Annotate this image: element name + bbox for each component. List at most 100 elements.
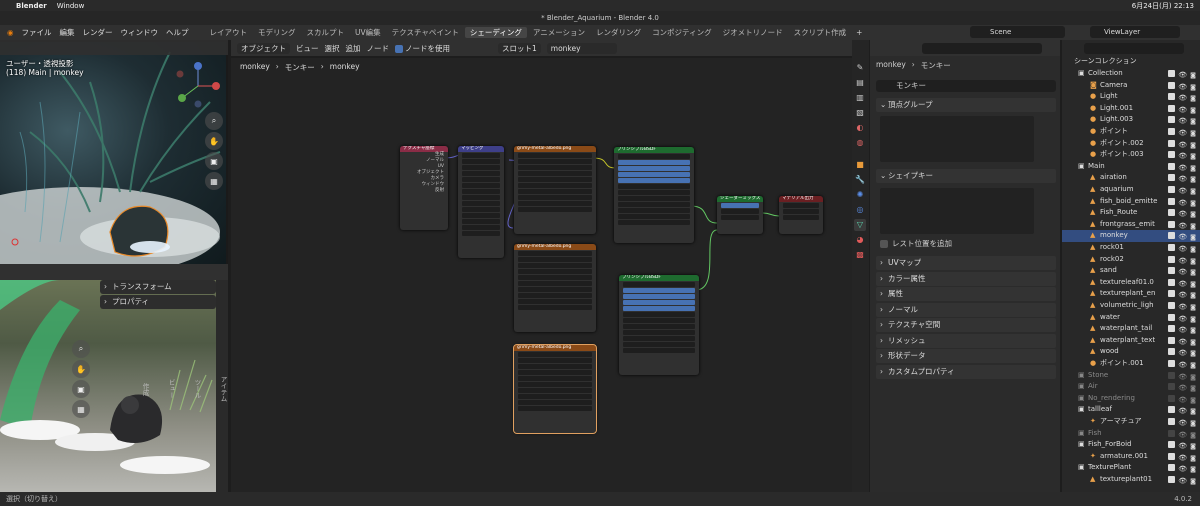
outliner-row[interactable]: ▲ volumetric_ligh 👁 ◙ bbox=[1062, 300, 1200, 312]
hand-icon-2[interactable]: ✋ bbox=[72, 360, 90, 378]
viewport-top-header[interactable] bbox=[0, 40, 228, 55]
checkbox-icon[interactable] bbox=[1168, 128, 1176, 135]
outliner-row[interactable]: ▣ Collection 👁 ◙ bbox=[1062, 68, 1200, 80]
outliner-row[interactable]: ▲ textureplant_en 👁 ◙ bbox=[1062, 288, 1200, 300]
menu-item[interactable]: ファイル bbox=[18, 27, 56, 38]
mesh-name-field[interactable]: モンキー bbox=[876, 80, 1056, 92]
tool-tab-icon[interactable]: ✎ bbox=[854, 62, 866, 74]
section-item[interactable]: カラー属性 bbox=[876, 271, 1056, 286]
menu-view[interactable]: ビュー bbox=[296, 43, 319, 54]
workspace-tab[interactable]: スクリプト作成 bbox=[789, 27, 852, 38]
section-item[interactable]: カスタムプロパティ bbox=[876, 364, 1056, 379]
checkbox-icon[interactable] bbox=[1168, 116, 1176, 124]
outliner-row[interactable]: ▲ aquarium 👁 ◙ bbox=[1062, 184, 1200, 196]
checkbox-icon[interactable] bbox=[1168, 244, 1176, 251]
checkbox-icon[interactable] bbox=[1168, 186, 1176, 193]
workspace-tab[interactable]: コンポジティング bbox=[647, 27, 717, 38]
properties-search[interactable] bbox=[922, 43, 1042, 54]
grid-icon-2[interactable]: ▦ bbox=[72, 400, 90, 418]
checkbox-icon[interactable] bbox=[1168, 476, 1176, 483]
add-workspace-icon[interactable]: + bbox=[852, 28, 866, 37]
outliner-row[interactable]: ● ポイント.001 👁 ◙ bbox=[1062, 358, 1200, 370]
outliner-row[interactable]: ◙ Camera 👁 ◙ bbox=[1062, 80, 1200, 92]
checkbox-icon[interactable] bbox=[1168, 220, 1176, 228]
workspace-tab[interactable]: レンダリング bbox=[591, 27, 646, 38]
outliner-row[interactable]: ▣ No_rendering 👁 ◙ bbox=[1062, 393, 1200, 405]
outliner-row[interactable]: ▣ Fish 👁 ◙ bbox=[1062, 428, 1200, 440]
world-tab-icon[interactable]: ◍ bbox=[854, 137, 866, 149]
workspace-tab[interactable]: スカルプト bbox=[302, 27, 350, 38]
slot-selector[interactable]: スロット1 bbox=[498, 42, 541, 54]
outliner-row[interactable]: ▲ frontgrass_emit 👁 ◙ bbox=[1062, 219, 1200, 231]
checkbox-icon[interactable] bbox=[1168, 406, 1176, 414]
tab-view[interactable]: ビュー bbox=[166, 379, 176, 399]
blender-logo-icon[interactable]: ◉ bbox=[4, 28, 17, 37]
physics-tab-icon[interactable]: ◎ bbox=[854, 204, 866, 216]
checkbox-icon[interactable] bbox=[1168, 429, 1176, 437]
zoom-icon-2[interactable]: ⌕ bbox=[72, 340, 90, 358]
camera-icon-2[interactable]: ▣ bbox=[72, 380, 90, 398]
menu-item[interactable]: レンダー bbox=[79, 27, 117, 38]
node-material-output[interactable]: マテリアル出力 bbox=[779, 196, 823, 234]
checkbox-icon[interactable] bbox=[1168, 418, 1176, 425]
outliner-row[interactable]: ▲ monkey 👁 ◙ bbox=[1062, 230, 1200, 242]
texture-tab-icon[interactable]: ▩ bbox=[854, 249, 866, 261]
outliner-row[interactable]: ● Light.003 👁 ◙ bbox=[1062, 114, 1200, 126]
mac-window-menu[interactable]: Window bbox=[57, 2, 85, 10]
viewport-bottom[interactable]: ⌕ ✋ ▣ ▦ bbox=[0, 280, 216, 492]
checkbox-icon[interactable] bbox=[1168, 441, 1176, 449]
menu-item[interactable]: ヘルプ bbox=[162, 27, 193, 38]
section-shape-keys[interactable]: シェイプキー bbox=[876, 169, 1056, 183]
output-tab-icon[interactable]: ▥ bbox=[854, 92, 866, 104]
checkbox-icon[interactable] bbox=[1168, 197, 1176, 205]
use-nodes-toggle[interactable]: ノードを使用 bbox=[395, 43, 450, 54]
outliner-row[interactable]: ▣ TexturePlant 👁 ◙ bbox=[1062, 462, 1200, 474]
outliner-row[interactable]: ▲ wood 👁 ◙ bbox=[1062, 346, 1200, 358]
workspace-tab[interactable]: テクスチャペイント bbox=[387, 27, 464, 38]
node-mix-shader[interactable]: シェーダーミックス bbox=[717, 196, 763, 234]
section-item[interactable]: 形状データ bbox=[876, 349, 1056, 363]
grid-icon[interactable]: ▦ bbox=[205, 172, 223, 190]
node-image-texture-1[interactable]: grimy-metal-albedo.png bbox=[514, 146, 596, 234]
camera-icon[interactable]: ▣ bbox=[205, 152, 223, 170]
node-image-texture-3[interactable]: grimy-metal-albedo.png bbox=[513, 344, 597, 434]
node-image-texture-2[interactable]: grimy-metal-albedo.png bbox=[514, 244, 596, 332]
node-principled-bsdf-1[interactable]: プリンシプルBSDF bbox=[614, 147, 694, 243]
tab-item[interactable]: アイテム bbox=[218, 376, 228, 402]
node-mapping[interactable]: マッピング bbox=[458, 146, 504, 258]
outliner-row[interactable]: ▲ rock01 👁 ◙ bbox=[1062, 242, 1200, 254]
panel-transform[interactable]: トランスフォーム bbox=[100, 280, 216, 294]
outliner-row[interactable]: ▣ Air 👁 ◙ bbox=[1062, 381, 1200, 393]
outliner-row[interactable]: ▲ textureleaf01.0 👁 ◙ bbox=[1062, 277, 1200, 289]
workspace-tab[interactable]: アニメーション bbox=[528, 27, 590, 38]
outliner-row[interactable]: ▲ sand 👁 ◙ bbox=[1062, 265, 1200, 277]
checkbox-icon[interactable] bbox=[1168, 209, 1176, 217]
checkbox-icon[interactable] bbox=[1168, 452, 1176, 460]
breadcrumb-object[interactable]: monkey bbox=[240, 62, 270, 73]
outliner-row[interactable]: ▲ textureplant01 👁 ◙ bbox=[1062, 474, 1200, 486]
mode-selector[interactable]: オブジェクト bbox=[237, 42, 290, 54]
mac-app-name[interactable]: Blender bbox=[16, 2, 47, 10]
menu-item[interactable]: 編集 bbox=[56, 27, 79, 38]
viewport-top[interactable]: ユーザー・透視投影 (118) Main | monkey ⌕ ✋ ▣ ▦ bbox=[0, 42, 228, 264]
zoom-icon[interactable]: ⌕ bbox=[205, 112, 223, 130]
particles-tab-icon[interactable]: ✺ bbox=[854, 189, 866, 201]
eye-icon[interactable]: 👁 bbox=[1178, 476, 1187, 488]
outliner-row[interactable]: ▲ waterplant_tail 👁 ◙ bbox=[1062, 323, 1200, 335]
view-layer-tab-icon[interactable]: ▧ bbox=[854, 107, 866, 119]
section-item[interactable]: リメッシュ bbox=[876, 333, 1056, 348]
outliner-row[interactable]: ● ポイント.003 👁 ◙ bbox=[1062, 149, 1200, 161]
menu-select[interactable]: 選択 bbox=[325, 43, 340, 54]
workspace-tab[interactable]: モデリング bbox=[253, 27, 301, 38]
shape-key-list[interactable] bbox=[880, 188, 1034, 234]
outliner-row[interactable]: ▲ rock02 👁 ◙ bbox=[1062, 254, 1200, 266]
checkbox-icon[interactable] bbox=[1168, 360, 1176, 367]
outliner-row[interactable]: ▣ tallleaf 👁 ◙ bbox=[1062, 404, 1200, 416]
checkbox-icon[interactable] bbox=[1168, 290, 1176, 298]
outliner-row[interactable]: ● Light.001 👁 ◙ bbox=[1062, 103, 1200, 115]
mac-clock[interactable]: 6月24日(月) 22:13 bbox=[1132, 1, 1194, 11]
viewport-bottom-header[interactable] bbox=[0, 264, 228, 280]
render-camera-icon[interactable]: ◙ bbox=[1190, 476, 1196, 488]
node-principled-bsdf-2[interactable]: プリンシプルBSDF bbox=[619, 275, 699, 375]
checkbox-icon[interactable] bbox=[1168, 93, 1176, 101]
